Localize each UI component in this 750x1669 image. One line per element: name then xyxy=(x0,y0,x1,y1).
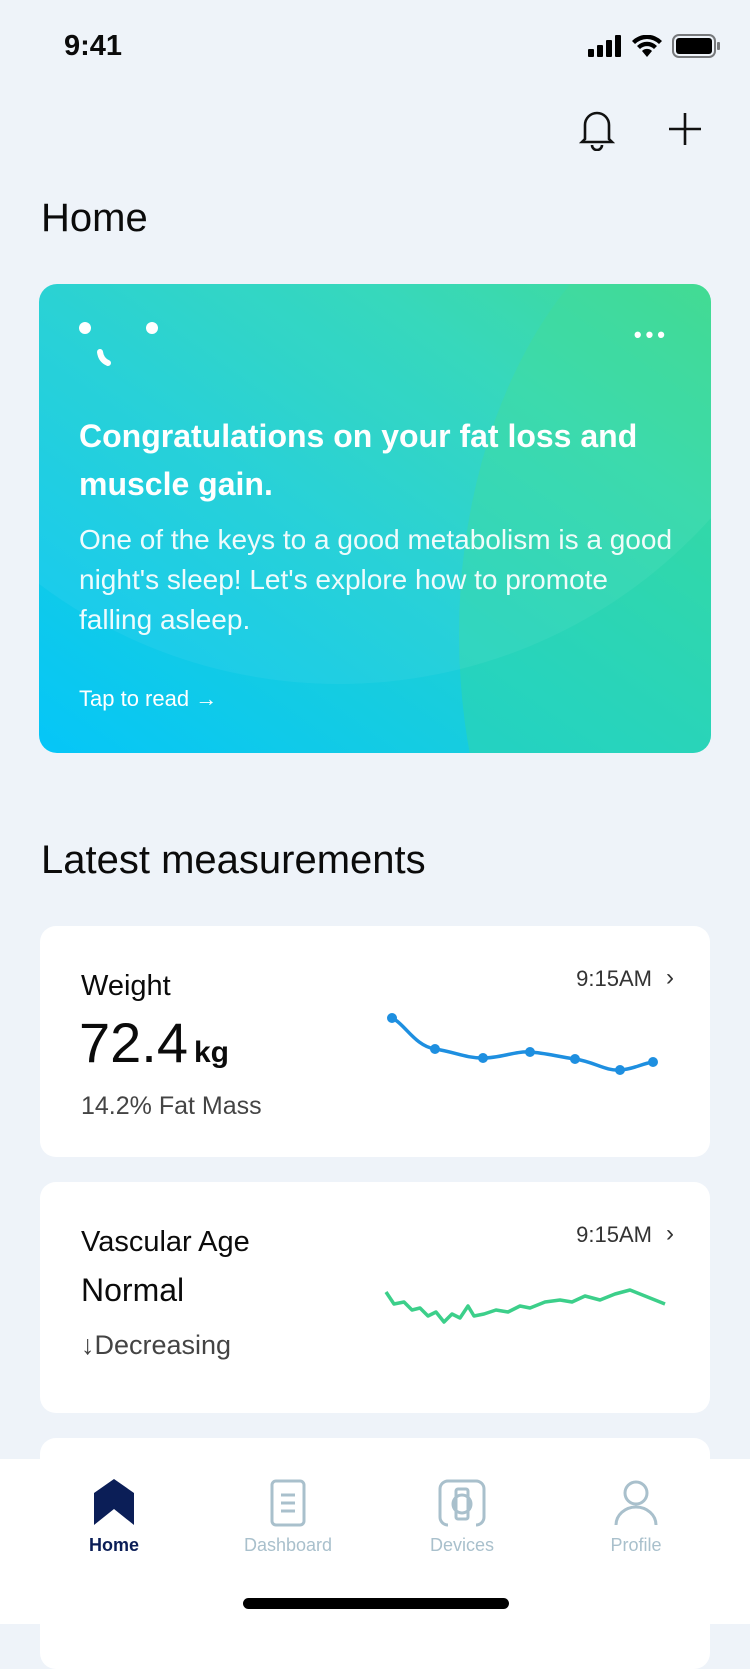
card-time: 9:15AM xyxy=(576,1222,652,1247)
article-banner[interactable]: ••• Congratulations on your fat loss and… xyxy=(39,284,711,753)
chevron-right-icon: › xyxy=(666,964,674,991)
watch-icon xyxy=(438,1479,486,1527)
page-title: Home xyxy=(41,196,148,240)
tab-label: Profile xyxy=(610,1535,662,1555)
point xyxy=(615,1065,625,1075)
card-time: 9:15AM xyxy=(576,966,652,991)
home-indicator xyxy=(243,1598,509,1609)
trend: ↓Decreasing xyxy=(81,1330,231,1361)
card-label: Vascular Age xyxy=(81,1226,250,1258)
vascular-value: Normal xyxy=(81,1272,185,1308)
tap-to-read-link[interactable]: Tap to read → xyxy=(79,686,217,712)
point xyxy=(478,1053,488,1063)
tab-label: Devices xyxy=(429,1535,495,1555)
card-label: Weight xyxy=(81,970,171,1002)
weight-sparkline xyxy=(387,1013,658,1075)
signal-icon xyxy=(588,35,621,57)
wifi-icon xyxy=(632,35,662,57)
notifications-button[interactable] xyxy=(572,104,622,154)
point xyxy=(570,1054,580,1064)
bell-icon xyxy=(578,111,616,151)
chevron-right-icon: › xyxy=(666,1220,674,1247)
dashboard-icon xyxy=(270,1479,306,1527)
tab-home[interactable]: Home xyxy=(39,1479,189,1556)
tab-label: Dashboard xyxy=(243,1535,333,1555)
tab-label: Home xyxy=(88,1535,139,1555)
banner-body: One of the keys to a good metabolism is … xyxy=(79,524,673,635)
fat-mass: 14.2% Fat Mass xyxy=(81,1092,262,1120)
point xyxy=(525,1047,535,1057)
weight-value: 72.4 kg xyxy=(79,1010,229,1075)
banner-headline: Congratulations on your fat loss and mus… xyxy=(79,418,638,502)
tab-profile[interactable]: Profile xyxy=(561,1479,711,1556)
smile-icon xyxy=(79,322,158,366)
point xyxy=(430,1044,440,1054)
weight-card[interactable]: Weight 9:15AM › 72.4 kg 14.2% Fat Mass xyxy=(40,926,710,1157)
battery-icon xyxy=(672,34,720,58)
unit: kg xyxy=(194,1036,230,1069)
status-time: 9:41 xyxy=(64,30,123,62)
point xyxy=(387,1013,397,1023)
tab-dashboard[interactable]: Dashboard xyxy=(213,1479,363,1556)
vascular-age-card[interactable]: Vascular Age 9:15AM › Normal ↓Decreasing xyxy=(40,1182,710,1413)
point xyxy=(648,1057,658,1067)
plus-icon xyxy=(669,113,701,145)
tab-devices[interactable]: Devices xyxy=(387,1479,537,1556)
more-icon[interactable]: ••• xyxy=(634,322,669,348)
home-icon xyxy=(94,1479,134,1525)
add-button[interactable] xyxy=(660,104,710,154)
value: 72.4 xyxy=(79,1011,188,1074)
arrow-down-icon: ↓ xyxy=(81,1330,95,1360)
section-title: Latest measurements xyxy=(41,838,426,882)
vascular-sparkline xyxy=(384,1288,666,1324)
status-icons xyxy=(588,34,720,58)
trend-label: Decreasing xyxy=(94,1330,232,1360)
profile-icon xyxy=(614,1480,658,1526)
